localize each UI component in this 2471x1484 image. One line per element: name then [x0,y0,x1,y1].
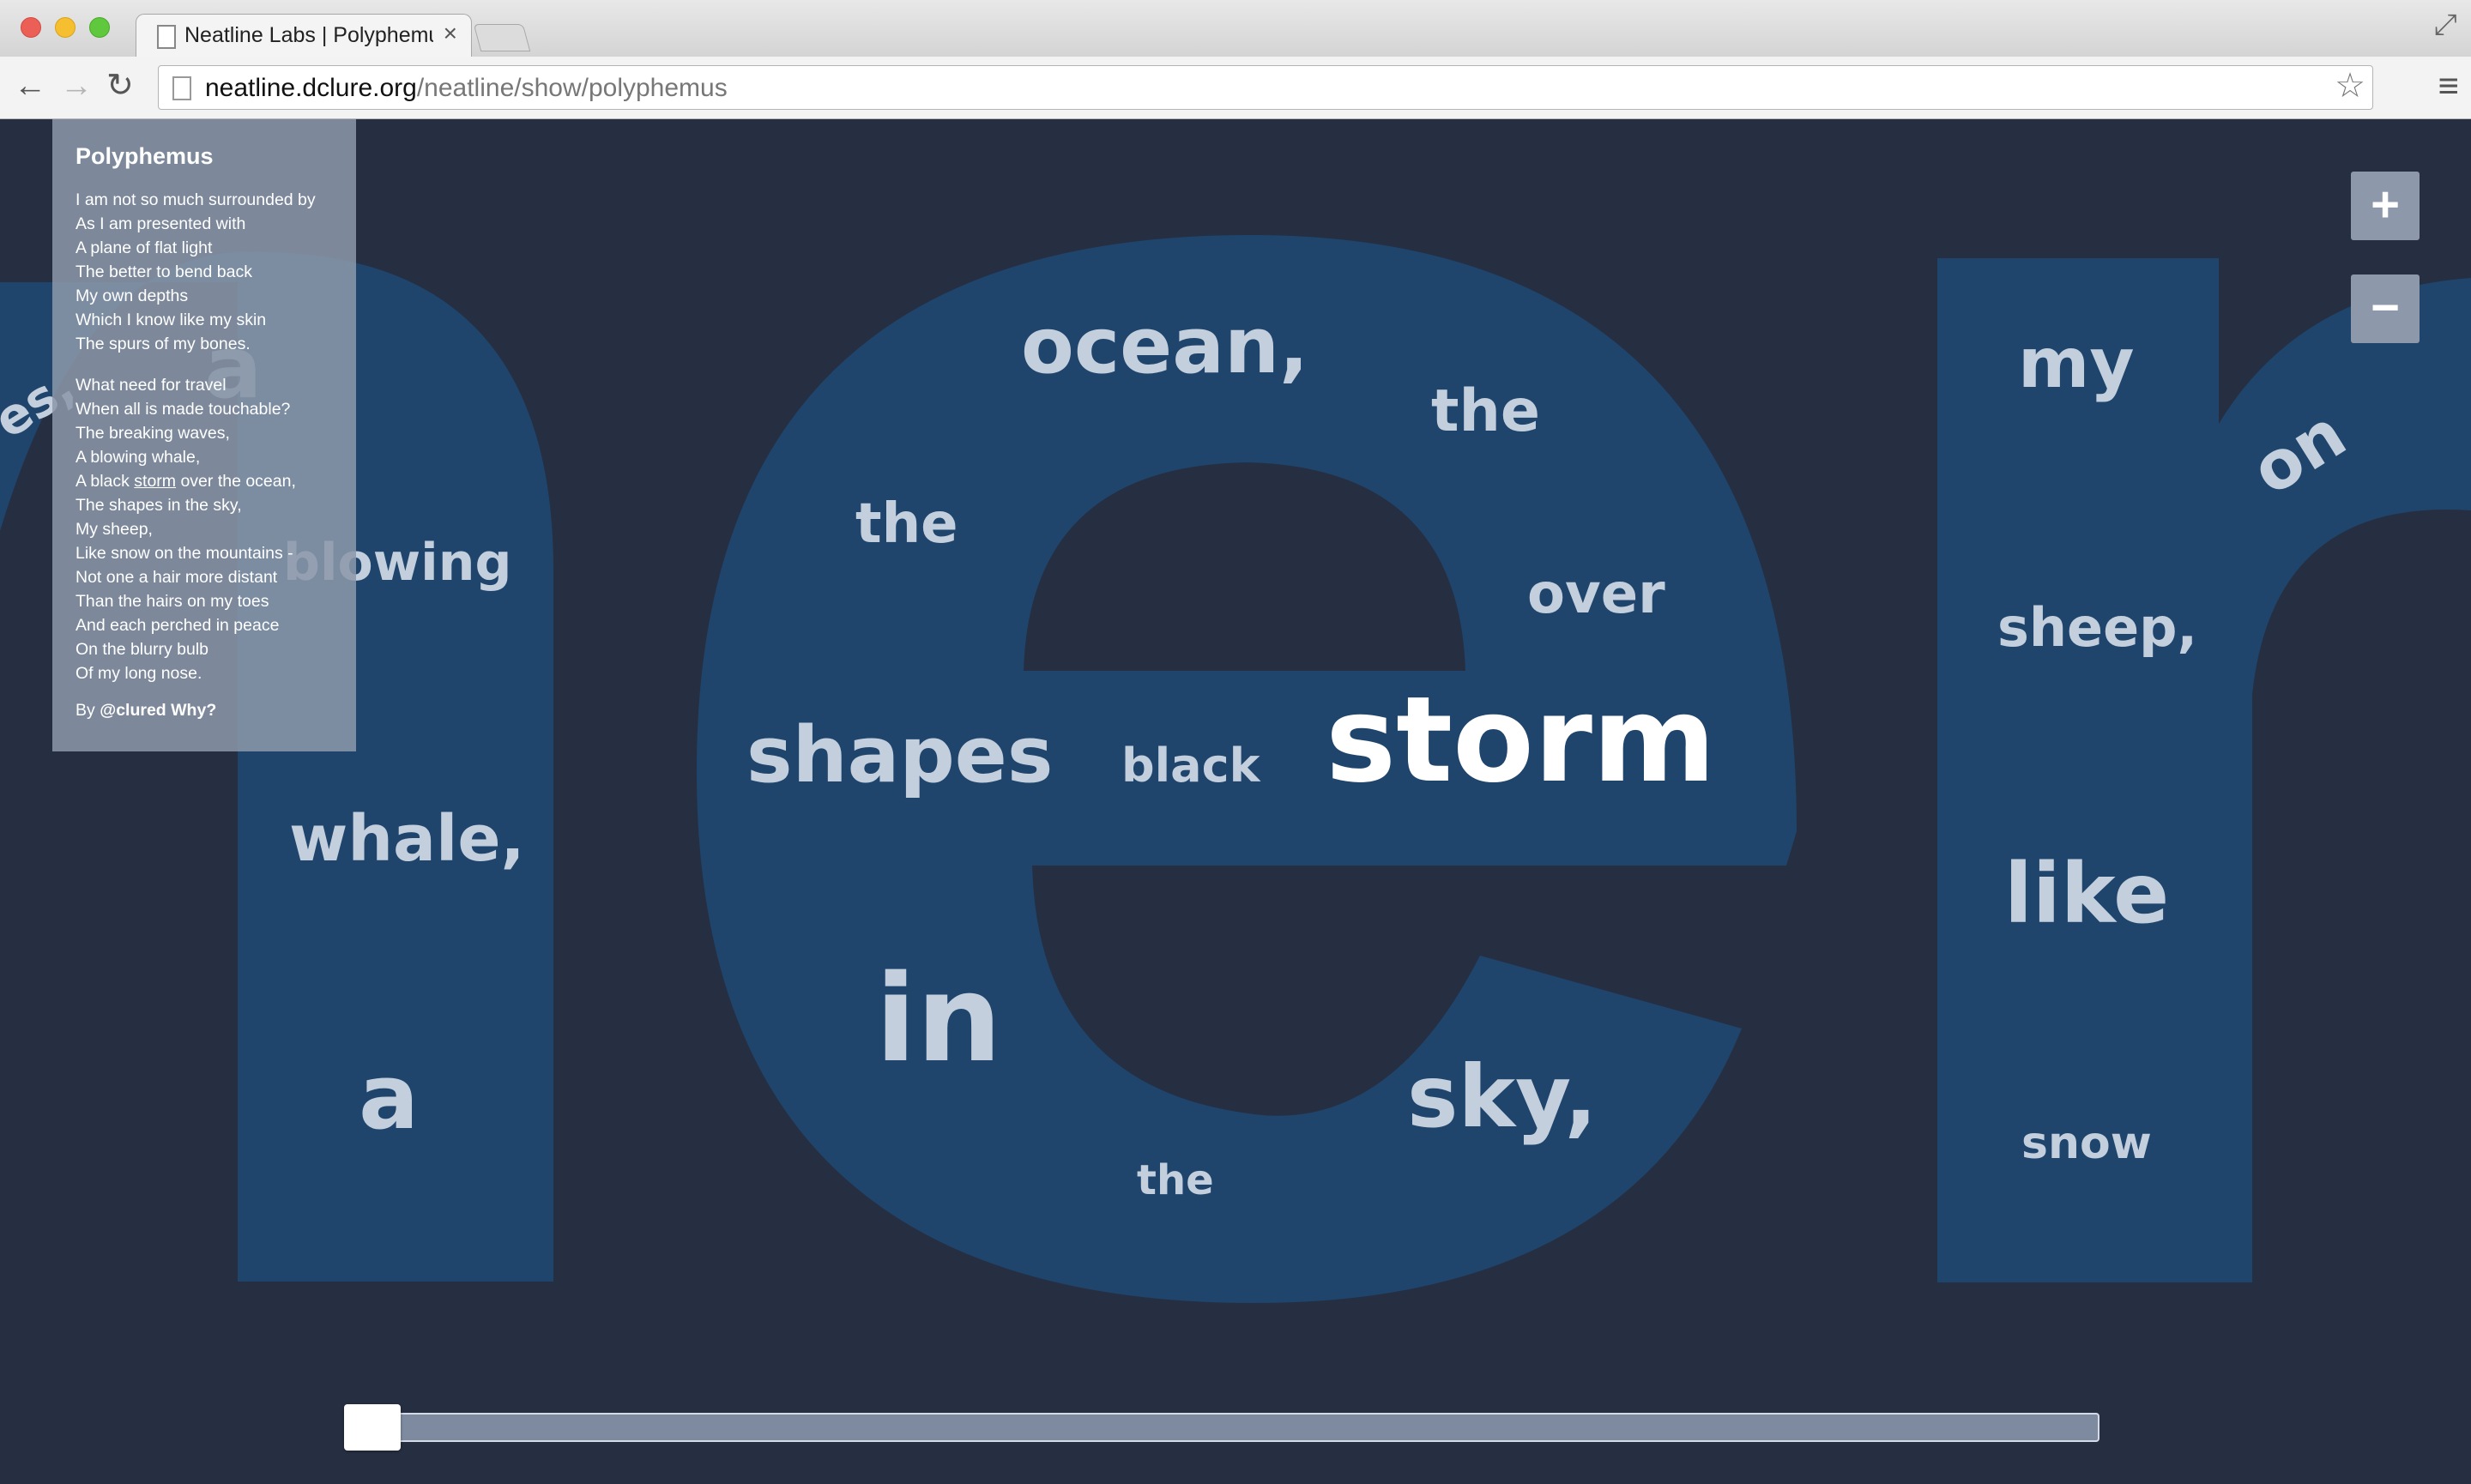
forward-button[interactable]: → [60,67,93,105]
bookmark-star-icon[interactable]: ☆ [2335,66,2365,106]
map-word[interactable]: my [2018,329,2135,398]
url-host: neatline.dclure.org [205,74,417,102]
tab-title: Neatline Labs | Polyphemus [184,23,433,47]
poem-line: As I am presented with [76,214,246,233]
poem-line: A plane of flat light [76,238,213,257]
poem-line: On the blurry bulb [76,640,209,659]
letter-r-shape [1937,258,2471,1282]
map-word[interactable]: in [875,960,1002,1080]
url-text: neatline.dclure.org/neatline/show/polyph… [205,74,728,103]
poem-byline: By @clured Why? [76,701,216,721]
map-word[interactable]: the [1137,1160,1214,1201]
page-icon [157,25,176,49]
map-word[interactable]: sheep, [1997,601,2197,655]
timeline-slider-handle[interactable] [344,1404,401,1451]
poem-line: And each perched in peace [76,616,280,635]
map-word[interactable]: sky, [1407,1054,1597,1140]
poem-line: My sheep, [76,520,153,539]
map-word[interactable]: snow [2021,1121,2152,1166]
map-word[interactable]: black [1121,743,1260,789]
poem-line: Which I know like my skin [76,311,267,329]
map-canvas[interactable]: es, a blowing whale, a ocean, the the ov… [0,119,2471,1484]
map-word[interactable]: the [855,497,958,552]
back-button[interactable]: ← [14,67,46,105]
poem-line: Like snow on the mountains - [76,544,293,563]
poem-line: Not one a hair more distant [76,568,278,587]
poem-line: The better to bend back [76,262,252,281]
poem-line: Than the hairs on my toes [76,592,269,611]
fullscreen-icon[interactable]: ⤢ [2434,9,2457,42]
zoom-out-button[interactable]: − [2351,274,2420,343]
poem-panel: Polyphemus I am not so much surrounded b… [52,119,356,751]
minimize-window-button[interactable] [55,17,76,38]
map-word-highlight[interactable]: storm [1326,681,1716,799]
map-word[interactable]: shapes [746,717,1053,794]
page-icon [172,76,191,100]
url-path: /neatline/show/polyphemus [416,74,728,102]
map-word[interactable]: whale, [289,807,525,871]
author-link[interactable]: @clured [100,701,166,720]
zoom-in-button[interactable]: + [2351,172,2420,240]
poem-line: I am not so much surrounded by [76,190,316,209]
poem-line: The shapes in the sky, [76,496,242,515]
menu-icon[interactable]: ≡ [2438,65,2459,106]
poem-line: When all is made touchable? [76,400,291,419]
map-word[interactable]: the [1431,383,1540,441]
map-word[interactable]: over [1527,567,1665,622]
address-bar[interactable]: neatline.dclure.org/neatline/show/polyph… [158,65,2373,110]
poem-line: The spurs of my bones. [76,335,251,353]
browser-toolbar: ← → ↻ neatline.dclure.org/neatline/show/… [0,57,2471,119]
poem-line: The breaking waves, [76,424,230,443]
why-link[interactable]: Why? [171,701,216,720]
map-word[interactable]: a [359,1053,419,1142]
poem-text: over the ocean, [176,472,296,491]
new-tab-button[interactable] [473,24,531,51]
poem-line: Of my long nose. [76,664,202,683]
poem-line-highlight: A black storm over the ocean, [76,469,296,493]
reload-button[interactable]: ↻ [106,67,134,105]
maximize-window-button[interactable] [89,17,110,38]
storm-link[interactable]: storm [134,472,176,491]
byline-prefix: By [76,701,100,720]
map-word[interactable]: like [2004,853,2169,935]
tab-close-button[interactable]: × [444,20,457,47]
poem-line: My own depths [76,287,189,305]
map-word[interactable]: ocean, [1021,308,1308,385]
browser-tab[interactable]: Neatline Labs | Polyphemus × [136,14,472,59]
poem-text: A black [76,472,135,491]
poem-line: A blowing whale, [76,448,201,467]
timeline-slider-track[interactable] [344,1413,2099,1442]
close-window-button[interactable] [21,17,41,38]
browser-titlebar: Neatline Labs | Polyphemus × ⤢ [0,0,2471,59]
poem-line: What need for travel [76,376,227,395]
poem-title: Polyphemus [76,143,214,169]
